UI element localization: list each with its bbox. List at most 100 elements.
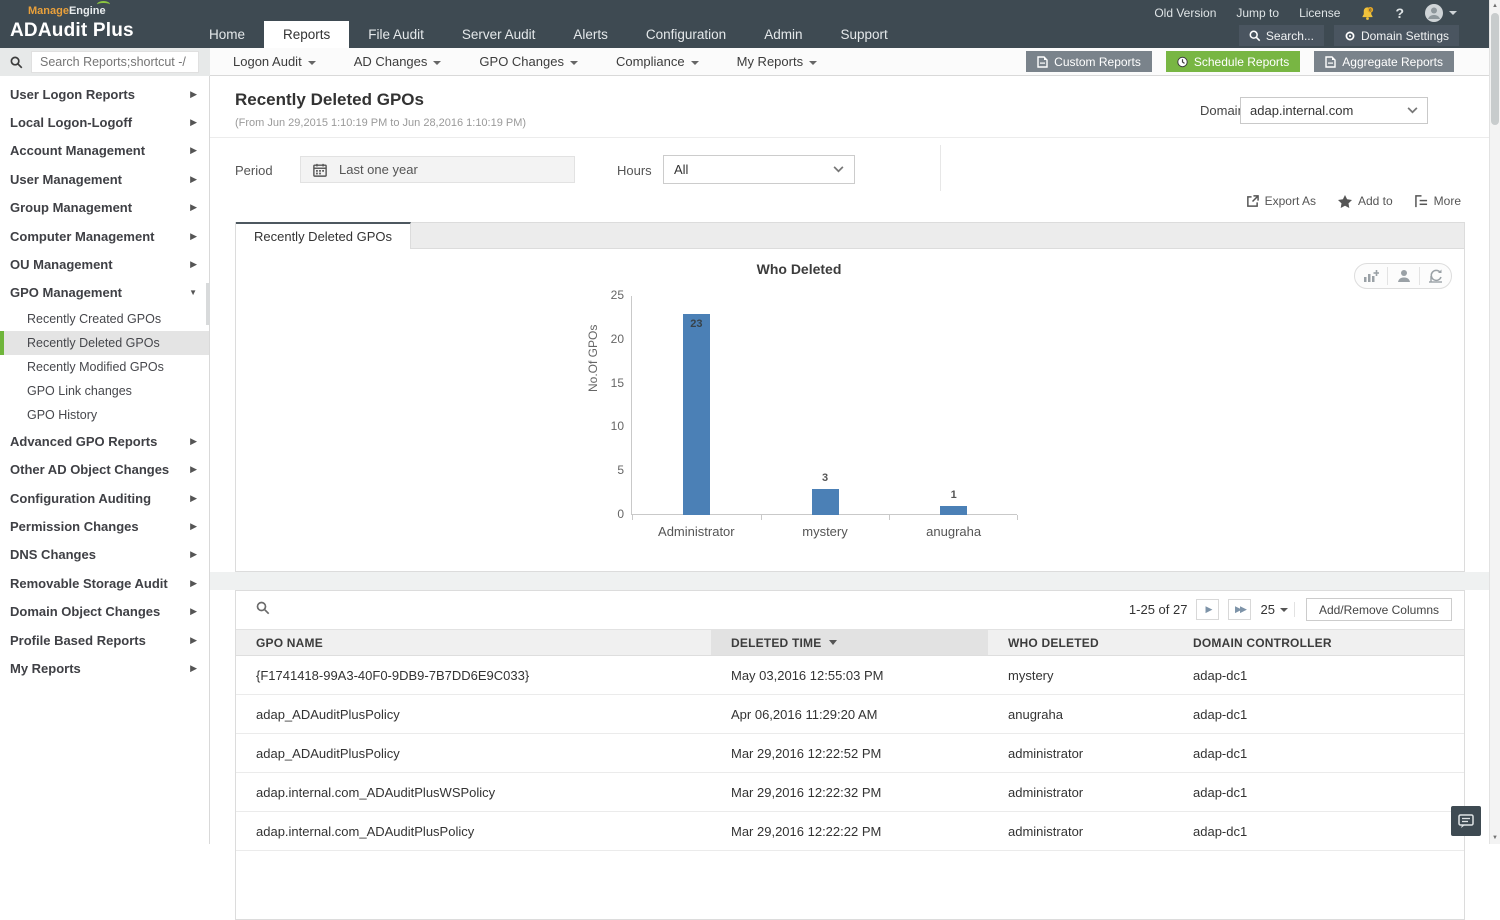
nav-tab-reports[interactable]: Reports	[264, 21, 349, 48]
chevron-right-icon: ▶	[190, 231, 197, 242]
table-panel: 1-25 of 27 ▶ ▶▶ 25 Add/Remove Columns GP…	[235, 590, 1465, 920]
tab-recently-deleted-gpos[interactable]: Recently Deleted GPOs	[236, 222, 411, 249]
menu-gpo-changes[interactable]: GPO Changes	[460, 48, 597, 75]
aggregate-reports-button[interactable]: Aggregate Reports	[1314, 51, 1454, 72]
custom-reports-button[interactable]: Custom Reports	[1026, 51, 1152, 72]
sidebar-item-removable-storage-audit[interactable]: Removable Storage Audit▶	[0, 569, 209, 597]
table-cell: Mar 29,2016 12:22:32 PM	[711, 773, 988, 811]
table-cell: adap-dc1	[1173, 695, 1464, 733]
bar-value-mystery: 3	[803, 472, 847, 484]
nav-tab-alerts[interactable]: Alerts	[554, 21, 627, 48]
column-header-domain-controller[interactable]: DOMAIN CONTROLLER	[1173, 630, 1464, 655]
sidebar-subitem-recently-modified-gpos[interactable]: Recently Modified GPOs	[0, 355, 209, 379]
sidebar-item-label: DNS Changes	[10, 547, 190, 562]
y-tick-20: 20	[586, 332, 624, 346]
scroll-up-icon[interactable]: ▲	[1490, 3, 1500, 9]
manageengine-logo: ManageEngine	[28, 5, 106, 17]
top-header: ManageEngine ADAudit Plus Old Version Ju…	[0, 0, 1489, 48]
old-version-link[interactable]: Old Version	[1154, 6, 1216, 20]
schedule-reports-button[interactable]: Schedule Reports	[1166, 51, 1300, 72]
x-axis-tick	[1017, 515, 1018, 520]
page-size-select[interactable]: 25	[1260, 602, 1294, 617]
export-as-button[interactable]: Export As	[1246, 194, 1316, 208]
sidebar-item-label: User Logon Reports	[10, 87, 190, 102]
sidebar-item-configuration-auditing[interactable]: Configuration Auditing▶	[0, 484, 209, 512]
nav-tab-home[interactable]: Home	[190, 21, 264, 48]
sidebar-item-label: Group Management	[10, 200, 190, 215]
column-header-who-deleted[interactable]: WHO DELETED	[988, 630, 1173, 655]
vertical-scrollbar[interactable]: ▲ ▼	[1489, 0, 1500, 844]
menu-my-reports[interactable]: My Reports	[718, 48, 836, 75]
sidebar-item-gpo-management[interactable]: GPO Management▼	[0, 279, 209, 307]
sidebar-item-profile-based-reports[interactable]: Profile Based Reports▶	[0, 626, 209, 654]
next-page-button[interactable]: ▶	[1196, 599, 1219, 620]
license-link[interactable]: License	[1299, 6, 1340, 20]
main-nav: HomeReportsFile AuditServer AuditAlertsC…	[190, 21, 907, 48]
bar-anugraha	[940, 506, 967, 515]
table-row[interactable]: {F1741418-99A3-40F0-9DB9-7B7DD6E9C033}Ma…	[236, 656, 1464, 695]
menu-logon-audit[interactable]: Logon Audit	[214, 48, 335, 75]
add-chart-icon[interactable]	[1355, 267, 1387, 285]
column-header-deleted-time[interactable]: DELETED TIME	[711, 630, 988, 655]
nav-tab-support[interactable]: Support	[821, 21, 906, 48]
menu-ad-changes[interactable]: AD Changes	[335, 48, 461, 75]
nav-tab-file-audit[interactable]: File Audit	[349, 21, 443, 48]
domain-settings-button[interactable]: Domain Settings	[1334, 25, 1459, 46]
pagination-range: 1-25 of 27	[1129, 602, 1188, 617]
user-chart-icon[interactable]	[1387, 267, 1419, 285]
sidebar-item-advanced-gpo-reports[interactable]: Advanced GPO Reports▶	[0, 427, 209, 455]
table-cell: Apr 06,2016 11:29:20 AM	[711, 695, 988, 733]
chart-title: Who Deleted	[649, 261, 949, 277]
sidebar-item-computer-management[interactable]: Computer Management▶	[0, 222, 209, 250]
help-icon[interactable]: ?	[1395, 5, 1404, 21]
sidebar-item-account-management[interactable]: Account Management▶	[0, 137, 209, 165]
domain-select[interactable]: adap.internal.com	[1240, 97, 1428, 124]
report-search-input[interactable]	[31, 51, 199, 73]
table-row[interactable]: adap.internal.com_ADAuditPlusWSPolicyMar…	[236, 773, 1464, 812]
more-button[interactable]: More	[1415, 194, 1461, 208]
add-remove-columns-button[interactable]: Add/Remove Columns	[1306, 598, 1452, 621]
sidebar-subitem-recently-created-gpos[interactable]: Recently Created GPOs	[0, 307, 209, 331]
table-row[interactable]: adap_ADAuditPlusPolicyMar 29,2016 12:22:…	[236, 734, 1464, 773]
nav-tab-configuration[interactable]: Configuration	[627, 21, 745, 48]
chevron-down-icon	[833, 166, 844, 173]
column-header-gpo-name[interactable]: GPO NAME	[236, 630, 711, 655]
nav-tab-server-audit[interactable]: Server Audit	[443, 21, 555, 48]
sidebar-item-ou-management[interactable]: OU Management▶	[0, 250, 209, 278]
table-row[interactable]: adap_ADAuditPlusPolicyApr 06,2016 11:29:…	[236, 695, 1464, 734]
sidebar-item-other-ad-object-changes[interactable]: Other AD Object Changes▶	[0, 456, 209, 484]
sidebar-subitem-gpo-history[interactable]: GPO History	[0, 403, 209, 427]
sidebar-item-dns-changes[interactable]: DNS Changes▶	[0, 541, 209, 569]
table-search-icon[interactable]	[256, 601, 270, 620]
sidebar-item-user-management[interactable]: User Management▶	[0, 165, 209, 193]
jump-to-link[interactable]: Jump to	[1236, 6, 1279, 20]
refresh-chart-icon[interactable]	[1419, 267, 1451, 285]
scrollbar-thumb[interactable]	[1491, 13, 1499, 125]
chevron-right-icon: ▶	[190, 436, 197, 447]
sidebar-item-group-management[interactable]: Group Management▶	[0, 194, 209, 222]
chevron-right-icon: ▶	[190, 578, 197, 589]
sidebar-item-local-logon-logoff[interactable]: Local Logon-Logoff▶	[0, 108, 209, 136]
period-input[interactable]: Last one year	[300, 156, 575, 183]
global-search-button[interactable]: Search...	[1239, 25, 1324, 46]
table-row[interactable]: adap.internal.com_ADAuditPlusPolicyMar 2…	[236, 812, 1464, 851]
table-cell: adap.internal.com_ADAuditPlusWSPolicy	[236, 773, 711, 811]
sidebar-item-permission-changes[interactable]: Permission Changes▶	[0, 512, 209, 540]
scroll-down-icon[interactable]: ▼	[1490, 835, 1500, 841]
feedback-chat-button[interactable]	[1451, 806, 1481, 836]
sidebar-item-my-reports[interactable]: My Reports▶	[0, 654, 209, 682]
menu-compliance[interactable]: Compliance	[597, 48, 718, 75]
sidebar-subitem-gpo-link-changes[interactable]: GPO Link changes	[0, 379, 209, 403]
user-menu[interactable]	[1424, 3, 1457, 23]
sidebar-item-domain-object-changes[interactable]: Domain Object Changes▶	[0, 597, 209, 625]
nav-tab-admin[interactable]: Admin	[745, 21, 821, 48]
last-page-button[interactable]: ▶▶	[1228, 599, 1251, 620]
chevron-down-icon	[433, 61, 441, 65]
sidebar-item-user-logon-reports[interactable]: User Logon Reports▶	[0, 80, 209, 108]
sidebar-subitem-recently-deleted-gpos[interactable]: Recently Deleted GPOs	[0, 331, 209, 355]
notification-bell-icon[interactable]: 0	[1360, 6, 1375, 21]
table-cell: adap-dc1	[1173, 773, 1464, 811]
page-title: Recently Deleted GPOs	[235, 90, 424, 110]
add-to-button[interactable]: Add to	[1338, 194, 1393, 208]
hours-select[interactable]: All	[663, 155, 855, 184]
